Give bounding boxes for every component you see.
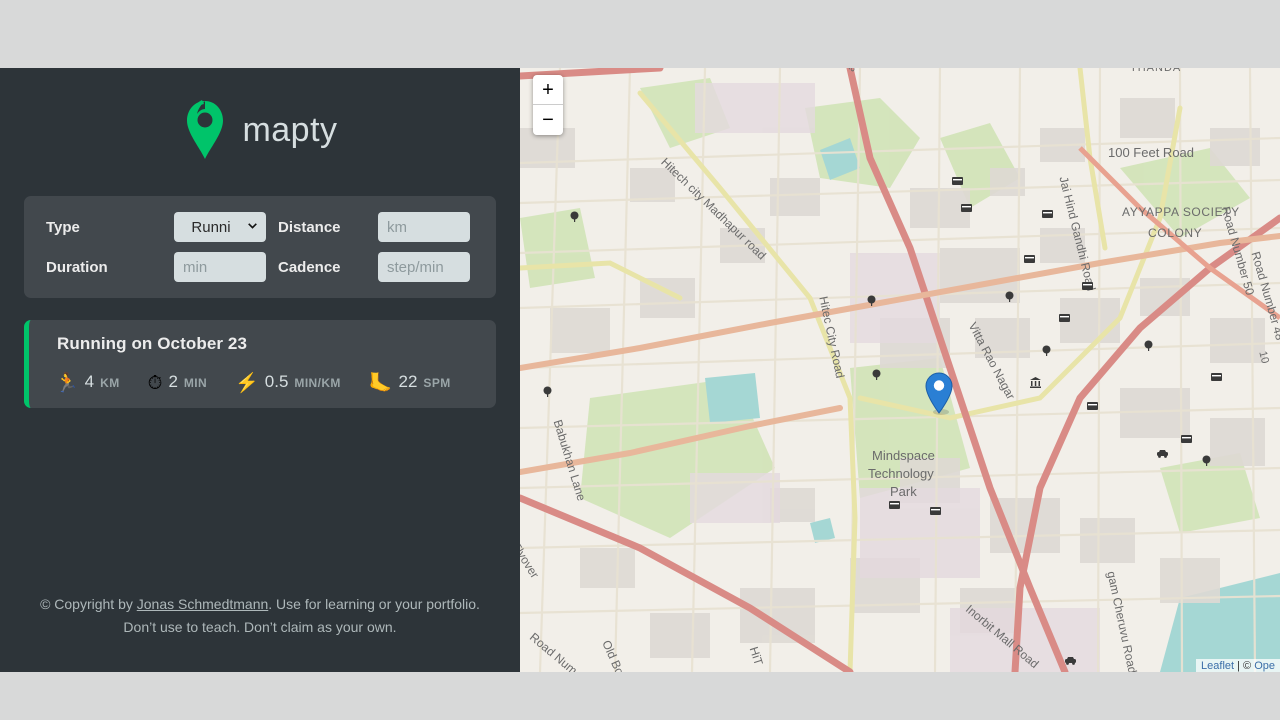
workout-map-marker[interactable] bbox=[924, 372, 954, 421]
workout-detail-cadence: 🦶 22 SPM bbox=[369, 372, 451, 392]
car-icon bbox=[1064, 654, 1077, 667]
running-icon: 🏃 bbox=[55, 374, 79, 393]
sidebar: mapty Type RunniRunningCycling Distance … bbox=[0, 68, 520, 672]
tree-icon bbox=[1142, 339, 1155, 352]
atm-icon bbox=[1210, 370, 1223, 383]
pace-value: 0.5 bbox=[265, 372, 289, 392]
atm-icon bbox=[1041, 207, 1054, 220]
car-icon bbox=[1156, 447, 1169, 460]
attribution-leaflet[interactable]: Leaflet bbox=[1201, 660, 1234, 672]
distance-value: 4 bbox=[85, 372, 94, 392]
bolt-icon: ⚡ bbox=[235, 374, 259, 393]
zoom-control[interactable]: + − bbox=[533, 75, 563, 135]
atm-icon bbox=[1086, 399, 1099, 412]
tree-icon bbox=[865, 294, 878, 307]
map-pin-logo-icon bbox=[182, 100, 228, 160]
workout-details: 🏃 4 KM ⏱ 2 MIN ⚡ 0.5 MIN/KM 🦶 22 S bbox=[29, 354, 496, 392]
duration-unit: MIN bbox=[184, 376, 207, 390]
tree-icon bbox=[1200, 454, 1213, 467]
map-canvas[interactable]: THANDA100 Feet RoadAYYAPPA SOCIETYCOLONY… bbox=[520, 68, 1280, 672]
cadence-unit: SPM bbox=[423, 376, 450, 390]
atm-icon bbox=[951, 174, 964, 187]
attribution-separator: | © bbox=[1234, 660, 1254, 672]
atm-icon bbox=[1058, 311, 1071, 324]
workout-item[interactable]: Running on October 23 🏃 4 KM ⏱ 2 MIN ⚡ 0… bbox=[24, 320, 496, 408]
atm-icon bbox=[929, 504, 942, 517]
atm-icon bbox=[888, 498, 901, 511]
distance-input[interactable] bbox=[378, 212, 470, 242]
distance-unit: KM bbox=[100, 376, 119, 390]
attribution-osm[interactable]: Ope bbox=[1254, 660, 1275, 672]
atm-icon bbox=[960, 201, 973, 214]
type-select-wrapper[interactable]: RunniRunningCycling bbox=[174, 212, 266, 242]
map-attribution[interactable]: Leaflet | © Ope bbox=[1196, 659, 1280, 672]
workout-detail-distance: 🏃 4 KM bbox=[55, 372, 120, 392]
workout-detail-duration: ⏱ 2 MIN bbox=[148, 372, 208, 392]
distance-label: Distance bbox=[278, 219, 366, 236]
author-link[interactable]: Jonas Schmedtmann bbox=[137, 596, 269, 612]
mapty-app: mapty Type RunniRunningCycling Distance … bbox=[0, 68, 1280, 672]
foot-icon: 🦶 bbox=[369, 374, 393, 393]
duration-value: 2 bbox=[168, 372, 177, 392]
copyright-prefix: © Copyright by bbox=[40, 596, 137, 612]
duration-input[interactable] bbox=[174, 252, 266, 282]
tree-icon bbox=[568, 210, 581, 223]
workout-detail-pace: ⚡ 0.5 MIN/KM bbox=[235, 372, 341, 392]
zoom-out-button[interactable]: − bbox=[533, 105, 563, 135]
stopwatch-icon: ⏱ bbox=[148, 374, 163, 393]
type-select[interactable]: RunniRunningCycling bbox=[174, 212, 266, 242]
zoom-in-button[interactable]: + bbox=[533, 75, 563, 105]
tree-icon bbox=[541, 385, 554, 398]
atm-icon bbox=[1180, 432, 1193, 445]
duration-label: Duration bbox=[46, 259, 162, 276]
cadence-value: 22 bbox=[399, 372, 418, 392]
map-tiles bbox=[520, 68, 1280, 672]
tree-icon bbox=[1040, 344, 1053, 357]
type-label: Type bbox=[46, 219, 162, 236]
tree-icon bbox=[1003, 290, 1016, 303]
app-logo[interactable]: mapty bbox=[24, 68, 496, 168]
app-logo-text: mapty bbox=[242, 111, 337, 150]
copyright-text: © Copyright by Jonas Schmedtmann. Use fo… bbox=[24, 593, 496, 638]
bank-icon bbox=[1029, 376, 1042, 389]
workout-title: Running on October 23 bbox=[29, 334, 496, 354]
atm-icon bbox=[1023, 252, 1036, 265]
atm-icon bbox=[1081, 279, 1094, 292]
tree-icon bbox=[870, 368, 883, 381]
cadence-input[interactable] bbox=[378, 252, 470, 282]
workout-form: Type RunniRunningCycling Distance Durati… bbox=[24, 196, 496, 298]
cadence-label: Cadence bbox=[278, 259, 366, 276]
pace-unit: MIN/KM bbox=[294, 376, 340, 390]
